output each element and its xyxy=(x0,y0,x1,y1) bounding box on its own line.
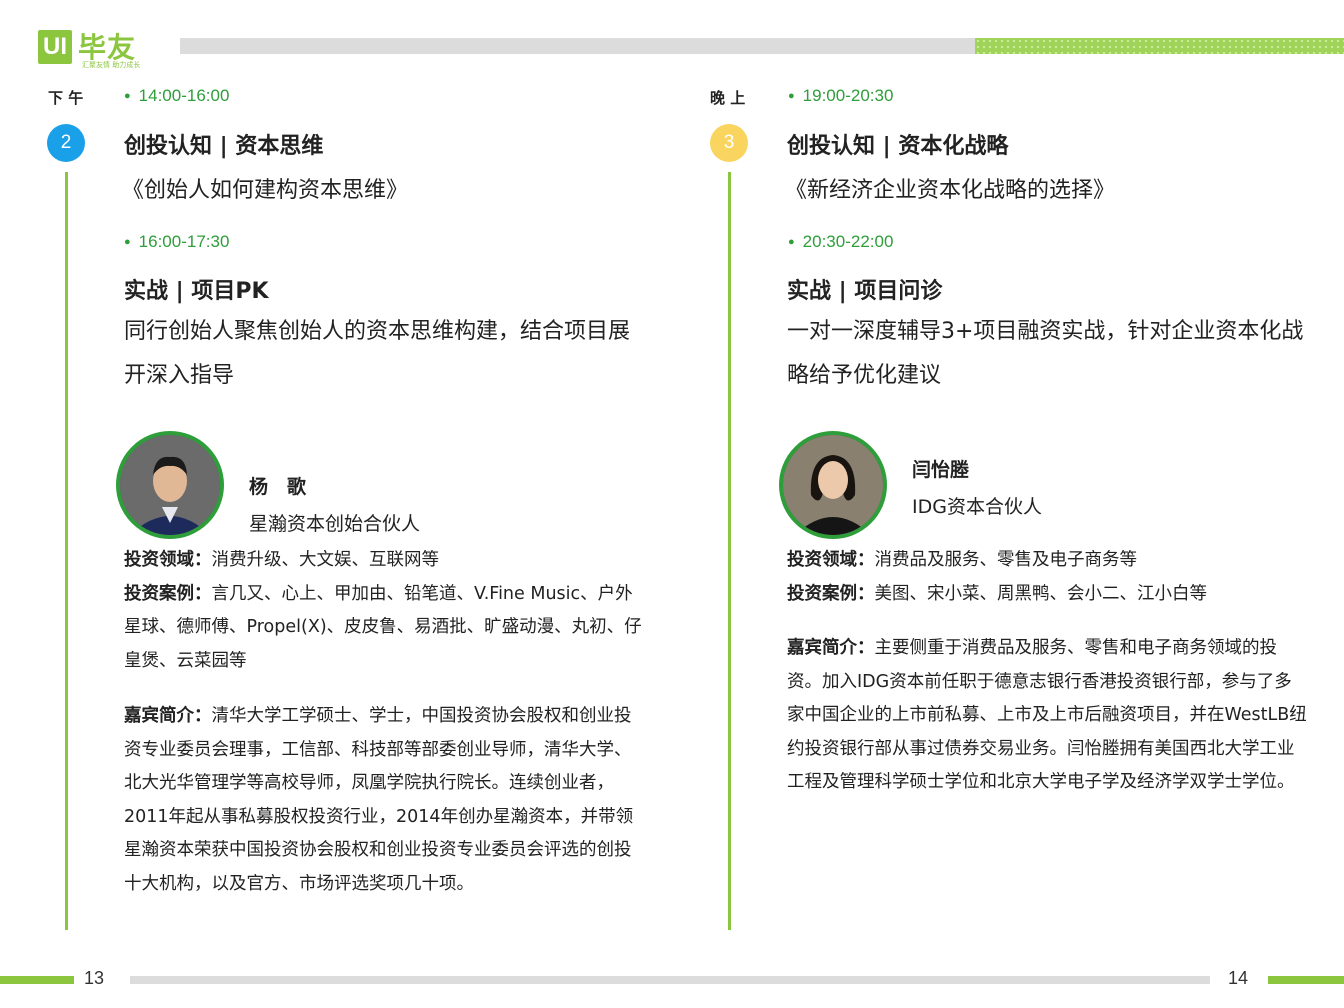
session-description: 一对一深度辅导3+项目融资实战，针对企业资本化战略给予优化建议 xyxy=(787,319,1304,388)
page-number-left: 13 xyxy=(84,968,105,988)
time-slot: 14:00-16:00 xyxy=(124,86,230,106)
speaker-avatar xyxy=(116,431,224,539)
invest-cases: 投资案例：言几又、心上、甲加由、铅笔道、V.Fine Music、户外星球、德师… xyxy=(124,583,642,671)
step-badge: 3 xyxy=(710,124,748,162)
invest-field: 投资领域：消费品及服务、零售及电子商务等 xyxy=(787,550,1137,570)
logo-slogan: 汇聚友情 助力成长 xyxy=(82,61,141,69)
speaker-name: 杨 歌 xyxy=(249,476,307,498)
speaker-name: 闫怡塍 xyxy=(912,459,970,481)
speaker-bio: 嘉宾简介：清华大学工学硕士、学士，中国投资协会股权和创业投资专业委员会理事，工信… xyxy=(124,706,634,894)
speaker-bio: 嘉宾简介：主要侧重于消费品及服务、零售和电子商务领域的投资。加入IDG资本前任职… xyxy=(787,638,1307,792)
session-description: 同行创始人聚焦创始人的资本思维构建，结合项目展开深入指导 xyxy=(124,319,631,388)
speaker-role: 星瀚资本创始合伙人 xyxy=(249,513,421,535)
page-number-right: 14 xyxy=(1228,968,1249,988)
header-bar-accent xyxy=(975,38,1344,54)
time-slot: 19:00-20:30 xyxy=(788,86,894,106)
session-title: 实战 | 项目PK xyxy=(124,279,269,304)
session-subtitle: 《新经济企业资本化战略的选择》 xyxy=(785,178,1116,203)
speaker-info: 投资领域：消费升级、大文娱、互联网等 投资案例：言几又、心上、甲加由、铅笔道、V… xyxy=(124,544,644,678)
period-evening: 晚 上 xyxy=(710,89,746,107)
header-bar xyxy=(180,38,975,54)
person-icon xyxy=(120,435,220,535)
session-title: 实战 | 项目问诊 xyxy=(787,279,943,304)
time-slot: 20:30-22:00 xyxy=(788,232,894,252)
session-subtitle: 《创始人如何建构资本思维》 xyxy=(122,178,409,203)
person-icon xyxy=(783,435,883,535)
invest-field: 投资领域：消费升级、大文娱、互联网等 xyxy=(124,550,439,570)
footer-bar-accent xyxy=(0,976,74,984)
speaker-info: 投资领域：消费品及服务、零售及电子商务等 投资案例：美图、宋小菜、周黑鸭、会小二… xyxy=(787,544,1307,611)
footer-bar xyxy=(130,976,1210,984)
logo-mark: UI xyxy=(38,30,72,64)
session-title: 创投认知 | 资本化战略 xyxy=(787,134,1009,159)
footer-bar-accent xyxy=(1268,976,1344,984)
speaker-role: IDG资本合伙人 xyxy=(912,496,1042,518)
invest-cases: 投资案例：美图、宋小菜、周黑鸭、会小二、江小白等 xyxy=(787,583,1207,604)
period-afternoon: 下 午 xyxy=(48,89,84,107)
time-slot: 16:00-17:30 xyxy=(124,232,230,252)
speaker-avatar xyxy=(779,431,887,539)
timeline-line xyxy=(728,172,731,930)
session-title: 创投认知 | 资本思维 xyxy=(124,134,324,159)
timeline-line xyxy=(65,172,68,930)
step-badge: 2 xyxy=(47,124,85,162)
